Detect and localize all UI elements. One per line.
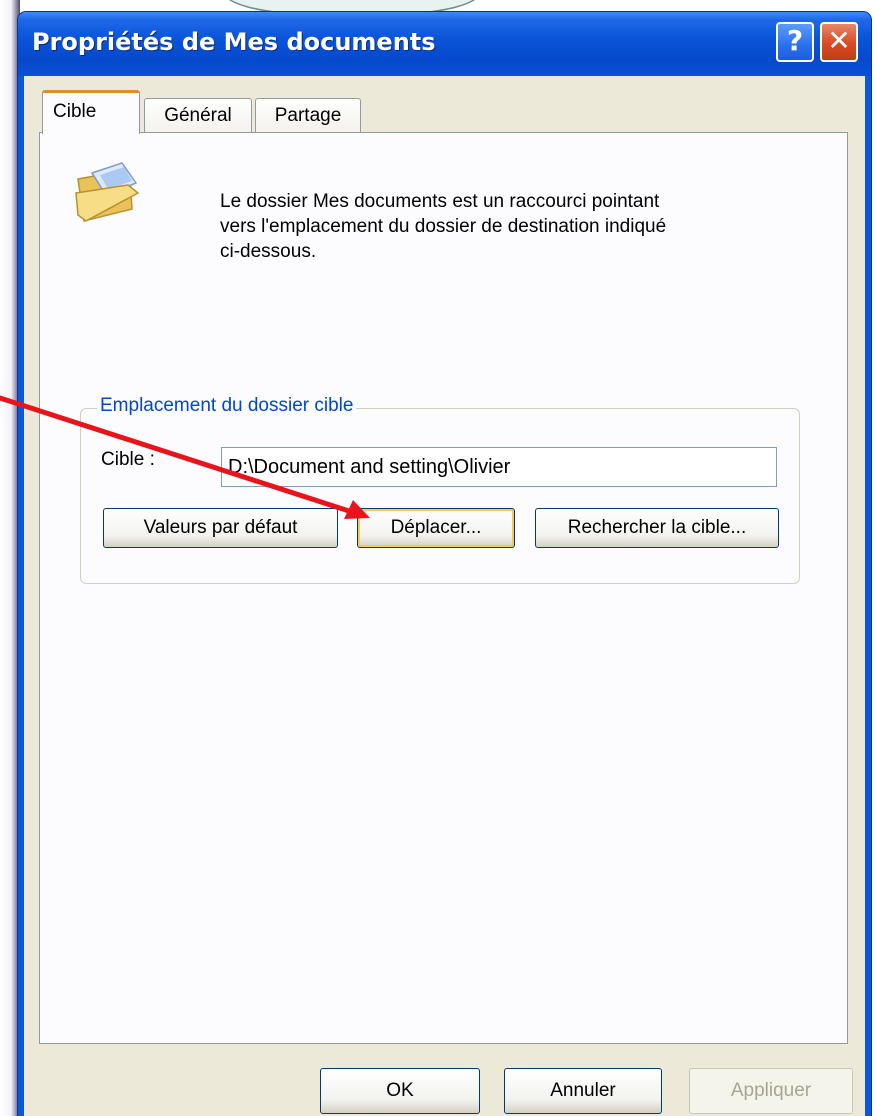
tab-partage[interactable]: Partage [255, 98, 361, 132]
slide-left-border [0, 0, 20, 1116]
title-bar[interactable]: Propriétés de Mes documents ? ✕ [18, 12, 871, 76]
close-icon[interactable]: ✕ [820, 22, 858, 62]
tab-cible[interactable]: Cible [42, 90, 140, 134]
description-text: Le dossier Mes documents est un raccourc… [220, 191, 667, 262]
target-label: Cible : [101, 449, 155, 470]
tab-panel-cible: Le dossier Mes documents est un raccourc… [39, 132, 848, 1044]
ok-button[interactable]: OK [320, 1068, 480, 1114]
dialog-title: Propriétés de Mes documents [32, 28, 436, 56]
properties-dialog: Propriétés de Mes documents ? ✕ Cible Gé… [18, 12, 871, 1116]
restore-default-button[interactable]: Valeurs par défaut [103, 508, 338, 548]
apply-button[interactable]: Appliquer [689, 1068, 853, 1114]
folder-icon [75, 162, 140, 222]
target-path-input[interactable] [221, 447, 777, 487]
move-button[interactable]: Déplacer... [357, 508, 515, 548]
find-target-button[interactable]: Rechercher la cible... [535, 508, 779, 548]
tab-general[interactable]: Général [144, 98, 252, 132]
target-location-group: Emplacement du dossier cible Cible : Val… [80, 395, 800, 584]
group-title: Emplacement du dossier cible [97, 395, 357, 417]
help-icon[interactable]: ? [776, 22, 814, 62]
cancel-button[interactable]: Annuler [504, 1068, 662, 1114]
dialog-client-area: Cible Général Partage Le dossier Mes doc… [24, 76, 865, 1116]
